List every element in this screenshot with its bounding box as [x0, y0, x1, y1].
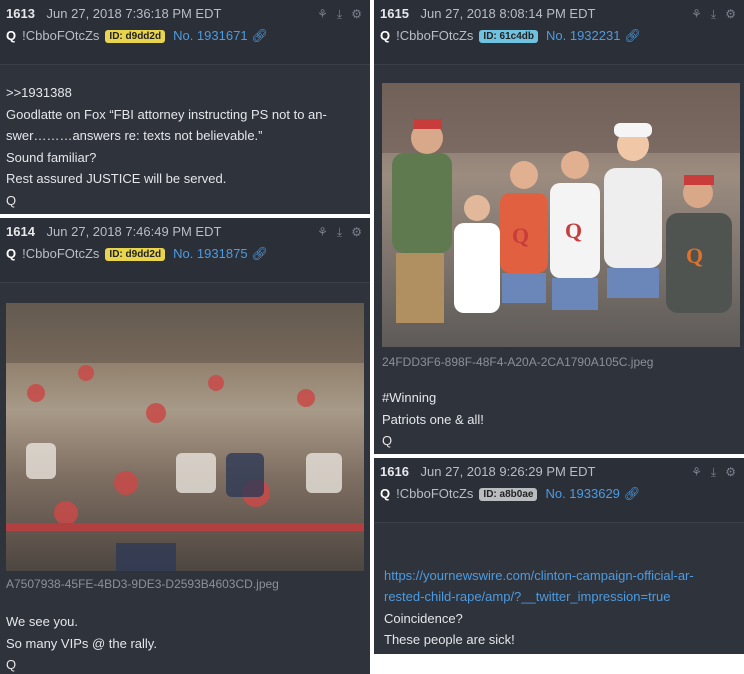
post-date: Jun 27, 2018 8:08:14 PM EDT: [420, 6, 596, 21]
rally-crowd-image[interactable]: [6, 303, 364, 571]
author-name: Q: [380, 28, 391, 43]
image-filename[interactable]: A7507938-45FE-4BD3-9DE3-D2593B4603CD.jpe…: [6, 577, 279, 591]
post-header: 1615 Jun 27, 2018 8:08:14 PM EDT ⚘ ⤓ ⚙ Q !C…: [374, 0, 744, 64]
post-text: #Winning Patriots one & all! Q: [382, 390, 484, 448]
share-icon[interactable]: ⚘: [317, 7, 328, 21]
post-date: Jun 27, 2018 7:46:49 PM EDT: [46, 224, 222, 239]
poster-id-badge: ID: d9dd2d: [105, 30, 166, 43]
post-body: A7507938-45FE-4BD3-9DE3-D2593B4603CD.jpe…: [0, 282, 370, 674]
settings-icon[interactable]: ⚙: [351, 7, 362, 21]
post-number: 1616: [380, 464, 409, 479]
post-body: https://yournewswire.com/clinton-campaig…: [374, 522, 744, 654]
download-icon[interactable]: ⤓: [337, 7, 342, 22]
post-date: Jun 27, 2018 7:36:18 PM EDT: [46, 6, 222, 21]
download-icon[interactable]: ⤓: [337, 225, 342, 240]
tripcode: !CbboFOtcZs: [396, 28, 474, 43]
svg-text:Q: Q: [565, 218, 582, 243]
post-body: >>1931388 Goodlatte on Fox “FBI attorney…: [0, 64, 370, 214]
share-icon[interactable]: ⚘: [691, 7, 702, 21]
post-text: Coincidence? These people are sick! Q: [384, 610, 515, 655]
download-icon[interactable]: ⤓: [711, 7, 716, 22]
post-date: Jun 27, 2018 9:26:29 PM EDT: [420, 464, 596, 479]
post-text: We see you. So many VIPs @ the rally. Q: [6, 614, 157, 672]
poster-id-badge: ID: d9dd2d: [105, 248, 166, 261]
post-number-link[interactable]: No. 1932231: [546, 28, 620, 43]
permalink-icon[interactable]: 🔗︎: [252, 28, 269, 44]
crowd-illustration: [6, 303, 364, 571]
post-header: 1613 Jun 27, 2018 7:36:18 PM EDT ⚘ ⤓ ⚙ Q !C…: [0, 0, 370, 64]
post-number-link[interactable]: No. 1931875: [173, 246, 247, 261]
author-name: Q: [6, 246, 17, 261]
post-number: 1615: [380, 6, 409, 21]
image-filename[interactable]: 24FDD3F6-898F-48F4-A20A-2CA1790A105C.jpe…: [382, 355, 653, 369]
tripcode: !CbboFOtcZs: [396, 486, 474, 501]
post-number-link[interactable]: No. 1933629: [545, 486, 619, 501]
external-link[interactable]: https://yournewswire.com/clinton-campaig…: [384, 568, 694, 605]
post-1615: 1615 Jun 27, 2018 8:08:14 PM EDT ⚘ ⤓ ⚙ Q !C…: [374, 0, 744, 454]
share-icon[interactable]: ⚘: [691, 465, 702, 479]
post-number: 1614: [6, 224, 35, 239]
tripcode: !CbboFOtcZs: [22, 28, 100, 43]
share-icon[interactable]: ⚘: [317, 225, 328, 239]
group-photo-illustration: Q Q Q: [382, 83, 740, 323]
tripcode: !CbboFOtcZs: [22, 246, 100, 261]
settings-icon[interactable]: ⚙: [725, 7, 736, 21]
svg-text:Q: Q: [512, 223, 529, 248]
poster-id-badge: ID: a8b0ae: [479, 488, 538, 501]
post-header: 1616 Jun 27, 2018 9:26:29 PM EDT ⚘ ⤓ ⚙ Q !C…: [374, 458, 744, 522]
group-photo-image[interactable]: Q Q Q: [382, 83, 740, 347]
post-1616: 1616 Jun 27, 2018 9:26:29 PM EDT ⚘ ⤓ ⚙ Q !C…: [374, 458, 744, 654]
post-1614: 1614 Jun 27, 2018 7:46:49 PM EDT ⚘ ⤓ ⚙ Q !C…: [0, 218, 370, 674]
author-name: Q: [380, 486, 391, 501]
post-header: 1614 Jun 27, 2018 7:46:49 PM EDT ⚘ ⤓ ⚙ Q !C…: [0, 218, 370, 282]
post-number-link[interactable]: No. 1931671: [173, 28, 247, 43]
post-body: Q Q Q 24FDD3F6-898F-48F4-A20A-2CA1790A105C…: [374, 64, 744, 454]
permalink-icon[interactable]: 🔗︎: [252, 246, 269, 262]
post-text: >>1931388 Goodlatte on Fox “FBI attorney…: [6, 85, 327, 208]
post-number: 1613: [6, 6, 35, 21]
permalink-icon[interactable]: 🔗︎: [624, 28, 641, 44]
poster-id-badge: ID: 61c4db: [479, 30, 538, 43]
author-name: Q: [6, 28, 17, 43]
settings-icon[interactable]: ⚙: [351, 225, 362, 239]
post-1613: 1613 Jun 27, 2018 7:36:18 PM EDT ⚘ ⤓ ⚙ Q !C…: [0, 0, 370, 214]
download-icon[interactable]: ⤓: [711, 465, 716, 480]
svg-text:Q: Q: [686, 243, 703, 268]
permalink-icon[interactable]: 🔗︎: [624, 486, 641, 502]
settings-icon[interactable]: ⚙: [725, 465, 736, 479]
